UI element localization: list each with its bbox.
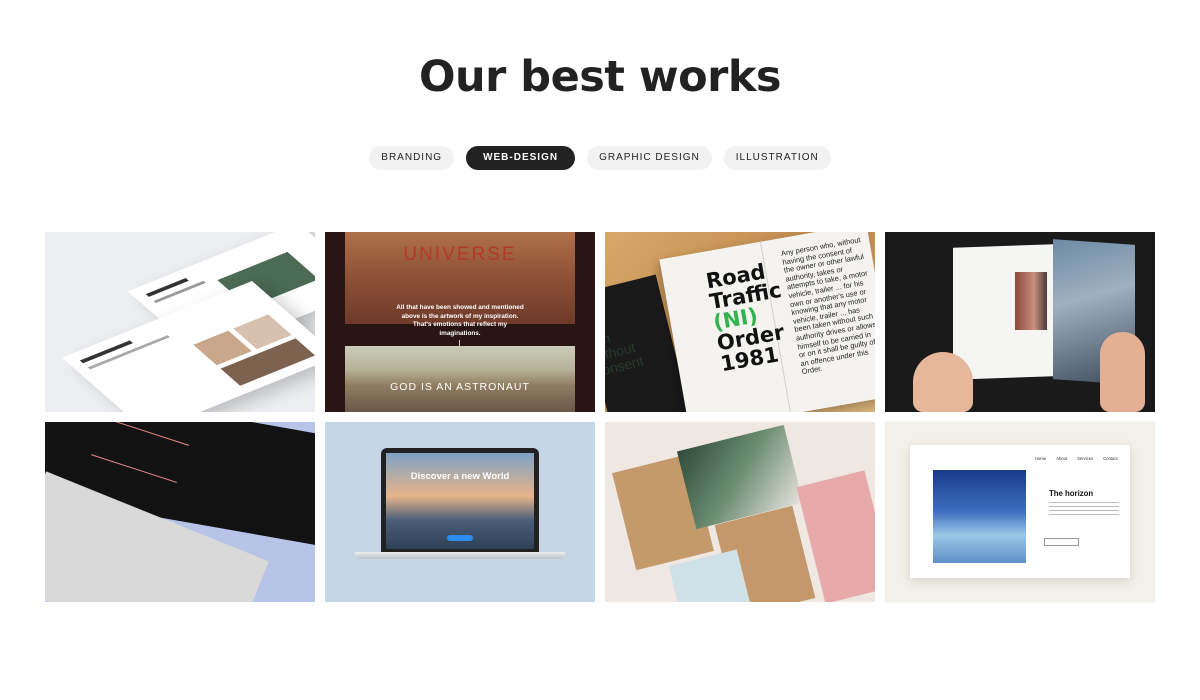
horizon-nav: Home About Services Contact bbox=[1035, 456, 1118, 461]
portfolio-grid: UNIVERSE All that have been showed and m… bbox=[45, 232, 1155, 602]
horizon-title: The horizon bbox=[1049, 489, 1094, 498]
horizon-nav-about: About bbox=[1056, 456, 1068, 461]
left-hand bbox=[913, 352, 973, 412]
universe-desert bbox=[345, 346, 575, 412]
right-hand bbox=[1100, 332, 1145, 412]
filter-tabs: BRANDING WEB-DESIGN GRAPHIC DESIGN ILLUS… bbox=[0, 146, 1200, 170]
page-title: Our best works bbox=[418, 52, 782, 102]
magazine-photo bbox=[1015, 272, 1047, 330]
work-laptop-mockup[interactable]: Discover a new World bbox=[325, 422, 595, 602]
work-horizon-website[interactable]: Home About Services Contact The horizon bbox=[885, 422, 1155, 602]
filter-branding[interactable]: BRANDING bbox=[369, 146, 455, 170]
laptop-headline: Discover a new World bbox=[410, 471, 510, 482]
filter-graphic-design[interactable]: GRAPHIC DESIGN bbox=[587, 146, 712, 170]
universe-title: UNIVERSE bbox=[403, 244, 517, 265]
work-magazine-hands[interactable] bbox=[885, 232, 1155, 412]
horizon-button bbox=[1044, 538, 1079, 546]
laptop-base bbox=[355, 552, 565, 559]
laptop-cta-button bbox=[447, 535, 473, 541]
filter-web-design[interactable]: WEB-DESIGN bbox=[466, 146, 576, 170]
horizon-image bbox=[933, 470, 1026, 563]
horizon-nav-home: Home bbox=[1035, 456, 1047, 461]
work-print-closeup[interactable] bbox=[45, 422, 315, 602]
filter-illustration[interactable]: ILLUSTRATION bbox=[723, 146, 831, 170]
universe-subtitle: GOD IS AN ASTRONAUT bbox=[390, 381, 530, 393]
work-isometric-website[interactable] bbox=[45, 232, 315, 412]
horizon-nav-contact: Contact bbox=[1103, 456, 1118, 461]
universe-caption: All that have been showed and mentioned … bbox=[396, 304, 524, 337]
horizon-nav-services: Services bbox=[1077, 456, 1094, 461]
work-universe-website[interactable]: UNIVERSE All that have been showed and m… bbox=[325, 232, 595, 412]
horizon-text-lines bbox=[1049, 502, 1119, 518]
work-road-traffic-booklet[interactable]: can without consent Road Traffic (NI) Or… bbox=[605, 232, 875, 412]
work-stationery-flatlay[interactable] bbox=[605, 422, 875, 602]
